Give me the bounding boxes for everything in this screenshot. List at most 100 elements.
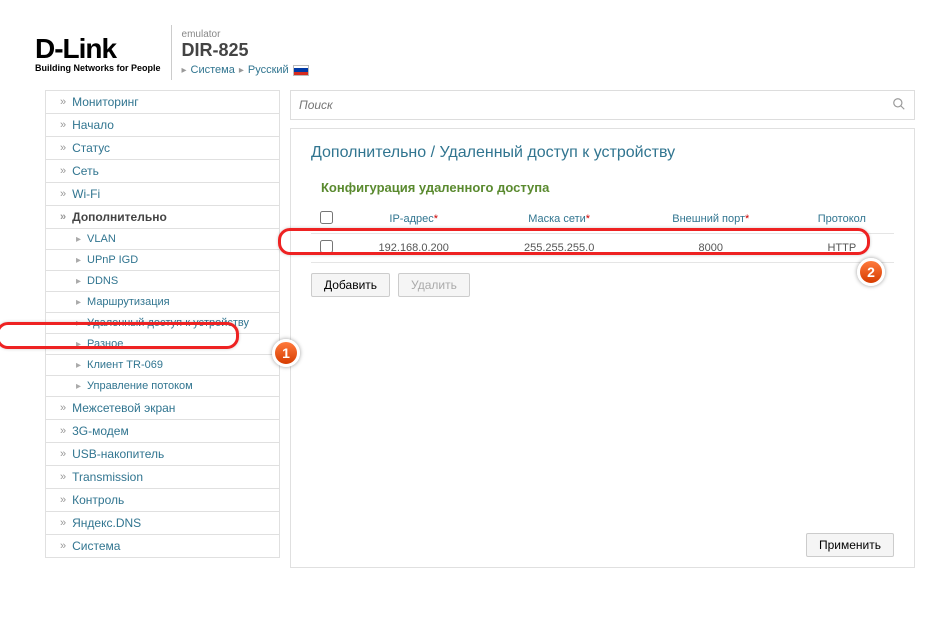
nav-item-2[interactable]: »Статус — [46, 136, 279, 159]
delete-button[interactable]: Удалить — [398, 273, 470, 297]
table-actions: Добавить Удалить — [311, 273, 894, 297]
chevron-right-icon: ▸ — [76, 276, 81, 287]
breadcrumb-language[interactable]: Русский — [248, 64, 289, 76]
nav-item-label: Маршрутизация — [87, 296, 170, 308]
nav-item-19[interactable]: » Яндекс.DNS — [46, 511, 279, 534]
brand-tagline: Building Networks for People — [35, 63, 161, 73]
chevron-right-icon: » — [60, 517, 66, 529]
nav-item-label: Межсетевой экран — [72, 401, 175, 415]
nav-item-label: Transmission — [72, 470, 143, 484]
chevron-right-icon: » — [60, 119, 66, 131]
row-checkbox[interactable] — [320, 240, 333, 253]
nav-item-18[interactable]: » Контроль — [46, 488, 279, 511]
nav-item-label: Яндекс.DNS — [72, 516, 141, 530]
cell-mask: 255.255.255.0 — [486, 234, 631, 263]
chevron-right-icon: » — [60, 402, 66, 414]
nav-item-15[interactable]: » 3G-модем — [46, 419, 279, 442]
nav-item-label: Система — [72, 539, 120, 553]
search-bar — [290, 90, 915, 120]
nav-item-label: USB-накопитель — [72, 447, 164, 461]
chevron-right-icon: ▸ — [76, 255, 81, 266]
nav-item-7[interactable]: ▸ UPnP IGD — [46, 249, 279, 270]
add-button[interactable]: Добавить — [311, 273, 390, 297]
nav-item-label: Разное — [87, 338, 123, 350]
nav-item-11[interactable]: ▸ Разное — [46, 333, 279, 354]
search-icon[interactable] — [892, 97, 906, 114]
chevron-right-icon: ▸ — [76, 318, 81, 329]
column-ip: IP-адрес* — [341, 205, 486, 234]
header-breadcrumb: ▸ Система ▸ Русский — [182, 64, 309, 76]
nav-item-label: Статус — [72, 141, 110, 155]
cell-protocol: HTTP — [790, 234, 894, 263]
column-port: Внешний порт* — [632, 205, 790, 234]
nav-item-5[interactable]: » Дополнительно — [46, 205, 279, 228]
main-area: Дополнительно / Удаленный доступ к устро… — [290, 90, 915, 568]
chevron-right-icon: » — [60, 471, 66, 483]
nav-item-10[interactable]: ▸ Удаленный доступ к устройству — [46, 312, 279, 333]
nav-item-label: Начало — [72, 118, 114, 132]
search-input[interactable] — [299, 98, 892, 112]
nav-item-8[interactable]: ▸ DDNS — [46, 270, 279, 291]
column-mask: Маска сети* — [486, 205, 631, 234]
nav-item-label: Дополнительно — [72, 210, 167, 224]
section-title: Конфигурация удаленного доступа — [311, 180, 894, 195]
model-name: DIR-825 — [182, 40, 309, 61]
nav-item-label: Управление потоком — [87, 380, 193, 392]
nav-item-6[interactable]: ▸ VLAN — [46, 228, 279, 249]
nav-item-label: Wi-Fi — [72, 187, 100, 201]
nav-item-20[interactable]: » Система — [46, 534, 279, 558]
chevron-right-icon: » — [60, 448, 66, 460]
model-block: emulator DIR-825 ▸ Система ▸ Русский — [182, 29, 309, 76]
apply-button[interactable]: Применить — [806, 533, 894, 557]
nav-item-9[interactable]: ▸ Маршрутизация — [46, 291, 279, 312]
nav-item-3[interactable]: »Сеть — [46, 159, 279, 182]
brand-logo: D-Link Building Networks for People — [35, 33, 161, 73]
nav-item-label: UPnP IGD — [87, 254, 138, 266]
page-title: Дополнительно / Удаленный доступ к устро… — [311, 144, 894, 162]
nav-menu: »Мониторинг»Начало»Статус»Сеть»Wi-Fi»Доп… — [45, 90, 280, 558]
chevron-right-icon: » — [60, 188, 66, 200]
chevron-right-icon: » — [60, 540, 66, 552]
config-panel: Дополнительно / Удаленный доступ к устро… — [290, 128, 915, 568]
breadcrumb-system[interactable]: Система — [191, 64, 235, 76]
cell-port: 8000 — [632, 234, 790, 263]
nav-item-1[interactable]: » Начало — [46, 113, 279, 136]
chevron-right-icon: ▸ — [76, 297, 81, 308]
nav-item-label: DDNS — [87, 275, 118, 287]
nav-item-12[interactable]: ▸ Клиент TR-069 — [46, 354, 279, 375]
nav-item-label: Контроль — [72, 493, 124, 507]
nav-item-label: VLAN — [87, 233, 116, 245]
nav-item-4[interactable]: » Wi-Fi — [46, 182, 279, 205]
header: D-Link Building Networks for People emul… — [0, 0, 950, 90]
nav-item-label: Клиент TR-069 — [87, 359, 163, 371]
nav-item-0[interactable]: »Мониторинг — [46, 90, 279, 113]
chevron-right-icon: ▸ — [239, 65, 244, 76]
cell-ip: 192.168.0.200 — [341, 234, 486, 263]
chevron-right-icon: ▸ — [182, 65, 187, 76]
chevron-right-icon: ▸ — [76, 234, 81, 245]
chevron-right-icon: » — [60, 96, 66, 108]
remote-access-table: IP-адрес* Маска сети* Внешний порт* Прот… — [311, 205, 894, 263]
nav-item-17[interactable]: » Transmission — [46, 465, 279, 488]
header-divider — [171, 25, 172, 80]
chevron-right-icon: » — [60, 425, 66, 437]
nav-item-label: Сеть — [72, 164, 99, 178]
chevron-right-icon: ▸ — [76, 339, 81, 350]
nav-item-16[interactable]: » USB-накопитель — [46, 442, 279, 465]
nav-item-label: 3G-модем — [72, 424, 129, 438]
nav-item-14[interactable]: » Межсетевой экран — [46, 396, 279, 419]
sidebar: »Мониторинг»Начало»Статус»Сеть»Wi-Fi»Доп… — [45, 90, 280, 568]
flag-ru-icon — [293, 65, 309, 76]
chevron-right-icon: » — [60, 211, 66, 223]
nav-item-label: Удаленный доступ к устройству — [87, 317, 249, 329]
chevron-right-icon: ▸ — [76, 360, 81, 371]
chevron-right-icon: » — [60, 494, 66, 506]
annotation-badge-1: 1 — [272, 339, 300, 367]
column-protocol: Протокол — [790, 205, 894, 234]
brand-name: D-Link — [35, 33, 116, 65]
annotation-badge-2: 2 — [857, 258, 885, 286]
emulator-label: emulator — [182, 29, 309, 40]
table-row[interactable]: 192.168.0.200255.255.255.08000HTTP — [311, 234, 894, 263]
nav-item-13[interactable]: ▸Управление потоком — [46, 375, 279, 396]
select-all-checkbox[interactable] — [320, 211, 333, 224]
